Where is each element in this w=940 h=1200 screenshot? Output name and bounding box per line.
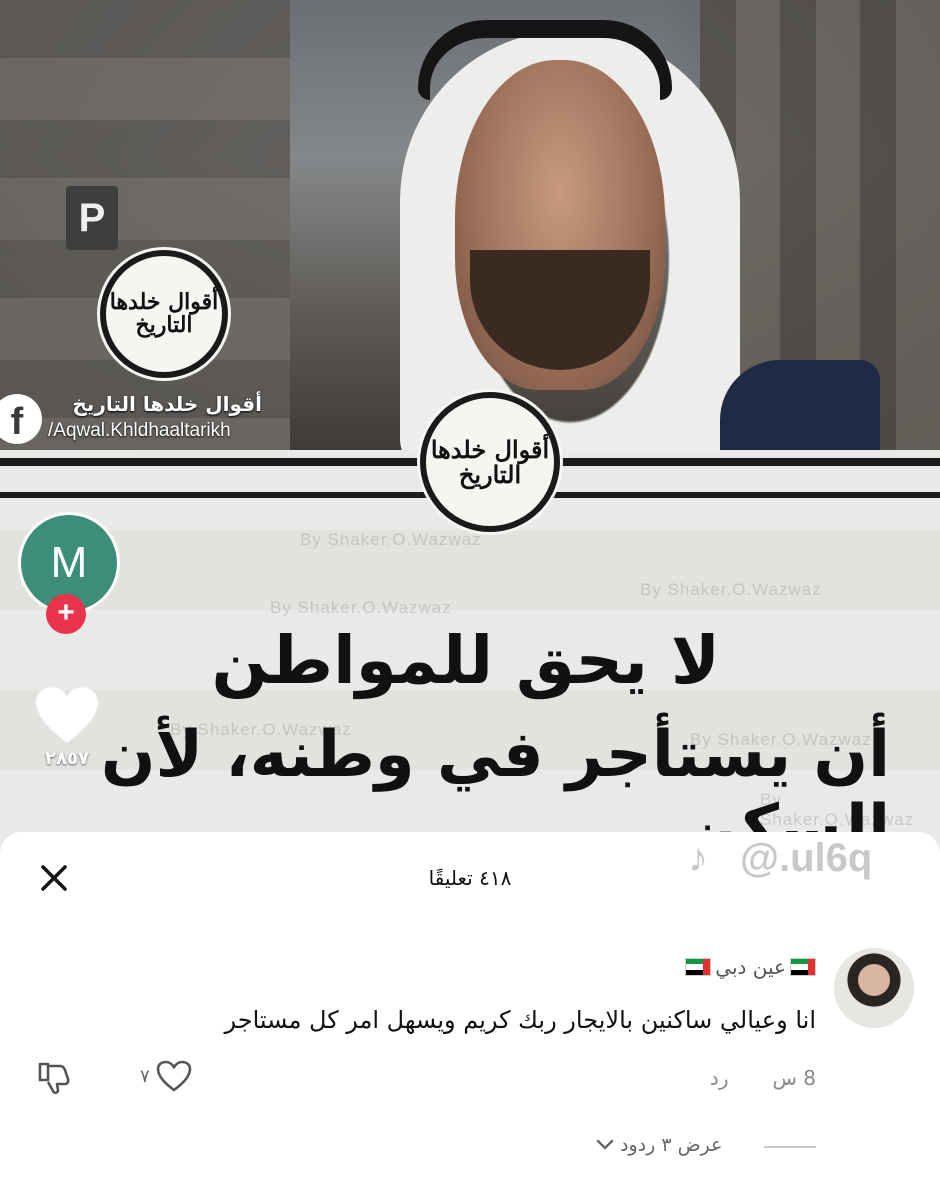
logo-text: أقوال خلدها التاريخ xyxy=(430,434,550,489)
view-replies-button[interactable]: عرض ٣ ردود xyxy=(596,1134,722,1156)
comment-username-row[interactable]: عين دبي xyxy=(685,955,816,979)
heart-icon[interactable] xyxy=(34,685,100,745)
uae-flag-icon xyxy=(685,958,712,976)
facebook-credit: f أقوال خلدها التاريخ /Aqwal.Khldhaaltar… xyxy=(0,392,300,452)
chevron-down-icon xyxy=(596,1139,614,1150)
comment-meta: 8 س رد xyxy=(710,1066,816,1090)
channel-logo-large: أقوال خلدها التاريخ xyxy=(420,392,560,532)
video-frame[interactable]: P أقوال خلدها التاريخ f أقوال خلدها التا… xyxy=(0,0,940,860)
building-left: P xyxy=(0,0,290,450)
dislike-icon[interactable] xyxy=(34,1058,72,1096)
facebook-page-name: أقوال خلدها التاريخ xyxy=(72,392,262,416)
quote-line-1: لا يحق للمواطن xyxy=(211,622,720,699)
agal xyxy=(418,20,672,100)
comment-time: 8 س xyxy=(772,1066,816,1090)
tiktok-icon: ♪ xyxy=(688,836,708,880)
reply-button[interactable]: رد xyxy=(710,1066,729,1090)
follow-button[interactable]: + xyxy=(46,594,86,634)
watermark: By Shaker.O.Wazwaz xyxy=(640,580,822,599)
heart-outline-icon[interactable] xyxy=(156,1060,192,1092)
view-replies-label[interactable]: عرض ٣ ردود xyxy=(620,1134,722,1156)
tiktok-handle: @.ul6q xyxy=(740,836,873,880)
parking-sign: P xyxy=(66,186,118,250)
comment-text: انا وعيالي ساكنين بالايجار ربك كريم ويسه… xyxy=(224,1006,816,1034)
replies-divider xyxy=(764,1146,816,1148)
commenter-avatar[interactable] xyxy=(834,948,914,1028)
comment-like[interactable]: ٧ xyxy=(140,1060,192,1092)
watermark: By Shaker.O.Wazwaz xyxy=(270,598,452,617)
comment-username[interactable]: عين دبي xyxy=(715,955,786,979)
like-count: ٢٨٥٧ xyxy=(45,748,89,769)
facebook-handle: /Aqwal.Khldhaaltarikh xyxy=(48,420,231,441)
logo-text: أقوال خلدها التاريخ xyxy=(109,288,219,338)
watermark: By Shaker.O.Wazwaz xyxy=(300,530,482,549)
facebook-icon: f xyxy=(0,394,42,444)
suit-shoulder xyxy=(720,360,880,455)
channel-logo-small: أقوال خلدها التاريخ xyxy=(100,250,228,378)
uae-flag-icon xyxy=(790,958,816,976)
comment-like-count: ٧ xyxy=(140,1065,150,1087)
tiktok-watermark: ♪ @.ul6q xyxy=(688,832,918,892)
